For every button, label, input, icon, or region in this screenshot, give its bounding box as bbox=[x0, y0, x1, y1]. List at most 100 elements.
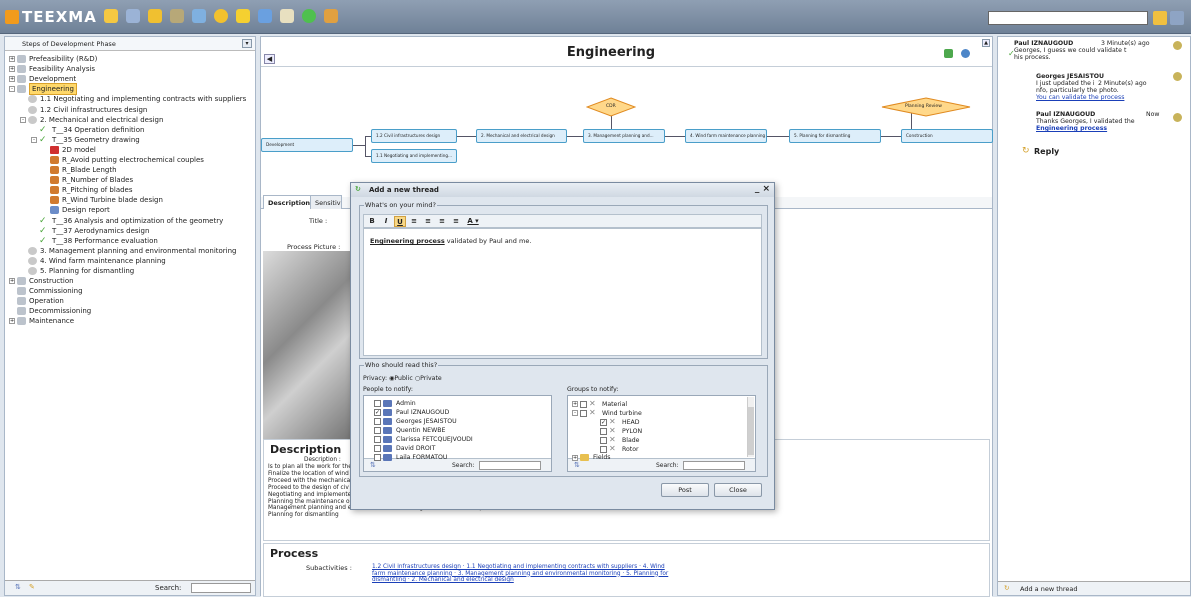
checkbox[interactable]: ✓ bbox=[374, 409, 381, 416]
post-button[interactable]: Post bbox=[661, 483, 709, 497]
person-item[interactable]: David DROIT bbox=[374, 445, 435, 452]
flow-node-negotiating[interactable]: 1.1 Negotiating and implementing... bbox=[371, 149, 457, 163]
chart-icon[interactable] bbox=[324, 9, 338, 23]
phase-select[interactable]: Steps of Development Phase ▾ bbox=[5, 37, 255, 51]
expand-icon[interactable]: - bbox=[572, 410, 578, 416]
checkbox[interactable] bbox=[600, 427, 607, 435]
tree-node[interactable]: Commissioning bbox=[5, 286, 255, 296]
expand-icon[interactable]: + bbox=[572, 401, 578, 407]
tree-node[interactable]: 3. Management planning and environmental… bbox=[5, 246, 255, 256]
app-logo[interactable]: TEEXMA bbox=[5, 8, 97, 26]
hand-icon[interactable] bbox=[170, 9, 184, 23]
flow-node-management[interactable]: 3. Management planning and... bbox=[583, 129, 665, 143]
pencil-icon[interactable] bbox=[104, 9, 118, 23]
expand-icon[interactable]: + bbox=[9, 318, 15, 325]
search-icon[interactable] bbox=[1153, 11, 1167, 25]
refresh-icon[interactable] bbox=[944, 49, 953, 58]
group-item[interactable]: + Fields bbox=[572, 454, 611, 461]
tree-node[interactable]: R_Pitching of blades bbox=[5, 185, 255, 195]
checkbox[interactable] bbox=[374, 418, 381, 425]
comment-1-user[interactable]: Paul IZNAUGOUD bbox=[1014, 40, 1073, 47]
tree-node[interactable]: 4. Wind farm maintenance planning bbox=[5, 256, 255, 266]
document-icon[interactable] bbox=[280, 9, 294, 23]
expand-icon[interactable]: - bbox=[31, 136, 37, 143]
tree-node[interactable]: + Prefeasibility (R&D) bbox=[5, 54, 255, 64]
tree-node[interactable]: Decommissioning bbox=[5, 306, 255, 316]
engineering-process-link[interactable]: Engineering process bbox=[1036, 125, 1172, 132]
checkbox[interactable] bbox=[580, 409, 587, 417]
tree-node[interactable]: R_Avoid putting electrochemical couples bbox=[5, 155, 255, 165]
close-button[interactable]: Close bbox=[714, 483, 762, 497]
bold-button[interactable]: B bbox=[366, 216, 378, 227]
filter-icon[interactable] bbox=[126, 9, 140, 23]
justify-button[interactable]: ≡ bbox=[450, 216, 462, 227]
underline-button[interactable]: U bbox=[394, 216, 406, 227]
user-icon[interactable] bbox=[1170, 11, 1184, 25]
global-search-input[interactable] bbox=[988, 11, 1148, 25]
edit-icon[interactable]: ✎ bbox=[29, 583, 35, 591]
scroll-up-button[interactable]: ▲ bbox=[982, 39, 990, 47]
tree-node[interactable]: 5. Planning for dismantling bbox=[5, 266, 255, 276]
group-item[interactable]: + ✕ Material bbox=[572, 400, 627, 408]
person-item[interactable]: Quentin NEWBE bbox=[374, 427, 445, 434]
tree-search-input[interactable] bbox=[191, 583, 251, 593]
align-right-button[interactable]: ≡ bbox=[436, 216, 448, 227]
status-icon[interactable] bbox=[302, 9, 316, 23]
flow-node-civil[interactable]: 1.2 Civil infrastructures design bbox=[371, 129, 457, 143]
tree-node[interactable]: ✓ T__37 Aerodynamics design bbox=[5, 226, 255, 236]
checkbox[interactable] bbox=[374, 427, 381, 434]
flow-node-dismantling[interactable]: 5. Planning for dismantling bbox=[789, 129, 881, 143]
person-item[interactable]: ✓ Paul IZNAUGOUD bbox=[374, 409, 449, 416]
group-item[interactable]: ✕ PYLON bbox=[600, 427, 642, 435]
tree-node[interactable]: 1.2 Civil infrastructures design bbox=[5, 104, 255, 114]
group-item[interactable]: - ✕ Wind turbine bbox=[572, 409, 642, 417]
add-thread-button[interactable]: ↻ Add a new thread bbox=[998, 581, 1190, 595]
person-item[interactable]: Clarissa FETCQUEJVOUDI bbox=[374, 436, 473, 443]
help-icon[interactable] bbox=[214, 9, 228, 23]
checkbox[interactable] bbox=[374, 445, 381, 452]
favorite-icon[interactable] bbox=[236, 9, 250, 23]
message-editor[interactable]: Engineering process validated by Paul an… bbox=[363, 228, 762, 356]
subactivities-links[interactable]: 1.2 Civil infrastructures design · 1.1 N… bbox=[372, 564, 672, 584]
flow-node-construction[interactable]: Construction bbox=[901, 129, 993, 143]
sort-icon[interactable]: ⇅ bbox=[574, 461, 580, 469]
tree-node[interactable]: - 2. Mechanical and electrical design bbox=[5, 115, 255, 125]
group-item[interactable]: ✕ Rotor bbox=[600, 445, 639, 453]
comment-3-user[interactable]: Paul IZNAUGOUD bbox=[1036, 111, 1095, 118]
people-search-input[interactable] bbox=[479, 461, 541, 470]
tree-node[interactable]: ✓ T__34 Operation definition bbox=[5, 125, 255, 135]
person-item[interactable]: Georges JESAISTOU bbox=[374, 418, 457, 425]
person-item[interactable]: Admin bbox=[374, 400, 416, 407]
tree-node[interactable]: - ✓ T__35 Geometry drawing bbox=[5, 135, 255, 145]
checkbox[interactable] bbox=[580, 400, 587, 408]
expand-icon[interactable]: + bbox=[9, 278, 15, 285]
tree-node[interactable]: Design report bbox=[5, 205, 255, 215]
align-left-button[interactable]: ≡ bbox=[408, 216, 420, 227]
expand-icon[interactable]: - bbox=[9, 86, 15, 93]
tab-description[interactable]: Description bbox=[263, 195, 316, 209]
validate-link[interactable]: You can validate the process bbox=[1036, 94, 1166, 101]
sort-icon[interactable]: ⇅ bbox=[15, 583, 21, 591]
comment-2-user[interactable]: Georges JESAISTOU bbox=[1036, 73, 1104, 80]
tree-node[interactable]: 2D model bbox=[5, 145, 255, 155]
flow-node-development[interactable]: Development bbox=[261, 138, 353, 152]
groups-search-input[interactable] bbox=[683, 461, 745, 470]
expand-icon[interactable]: - bbox=[20, 116, 26, 123]
sort-icon[interactable]: ⇅ bbox=[370, 461, 376, 469]
checkbox[interactable]: ✓ bbox=[600, 418, 607, 426]
tree-node[interactable]: ✓ T__38 Performance evaluation bbox=[5, 236, 255, 246]
font-color-button[interactable]: A ▾ bbox=[464, 216, 482, 227]
expand-icon[interactable]: + bbox=[9, 56, 15, 63]
globe-icon[interactable] bbox=[192, 9, 206, 23]
italic-button[interactable]: I bbox=[380, 216, 392, 227]
share-icon[interactable] bbox=[258, 9, 272, 23]
tree-node[interactable]: 1.1 Negotiating and implementing contrac… bbox=[5, 94, 255, 104]
group-item[interactable]: ✕ Blade bbox=[600, 436, 640, 444]
tree-node[interactable]: R_Wind Turbine blade design bbox=[5, 195, 255, 205]
checkbox[interactable] bbox=[374, 436, 381, 443]
align-center-button[interactable]: ≡ bbox=[422, 216, 434, 227]
checkbox[interactable] bbox=[374, 400, 381, 407]
close-icon[interactable]: _ × bbox=[755, 184, 770, 194]
tree-node[interactable]: + Feasibility Analysis bbox=[5, 64, 255, 74]
tree-node[interactable]: ✓ T__36 Analysis and optimization of the … bbox=[5, 216, 255, 226]
